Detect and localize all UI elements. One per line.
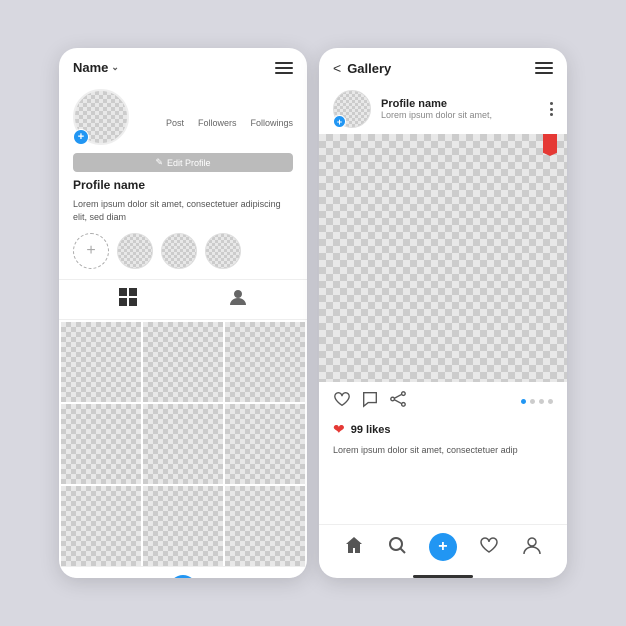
- followers-stat: Followers: [198, 106, 237, 128]
- gallery-bar: < Gallery: [319, 48, 567, 84]
- carousel-indicators: [521, 399, 553, 404]
- phones-container: Name ⌄ + Post: [59, 48, 567, 578]
- post-image: [319, 134, 567, 382]
- chevron-down-icon: ⌄: [111, 62, 119, 73]
- bottom-nav-left: +: [59, 566, 307, 578]
- profile-nav-r[interactable]: [522, 535, 542, 560]
- add-story-circle[interactable]: +: [73, 233, 109, 269]
- story-3[interactable]: [205, 233, 241, 269]
- edit-icon: ✎: [155, 157, 163, 168]
- share-button[interactable]: [389, 390, 407, 413]
- home-nav-r[interactable]: [344, 535, 364, 560]
- right-phone: < Gallery + Profile name Lorem ipsum dol…: [319, 48, 567, 578]
- grid-tab[interactable]: [119, 288, 137, 311]
- top-bar-left: Name ⌄: [59, 48, 307, 83]
- profile-row: + Post Followers Followings: [73, 89, 293, 145]
- likes-row: ❤ 99 likes: [319, 417, 567, 442]
- bottom-nav-right: +: [319, 524, 567, 571]
- name-label: Name: [73, 60, 108, 75]
- dot-indicator-2: [530, 399, 535, 404]
- bio-text: Lorem ipsum dolor sit amet, consectetuer…: [73, 198, 293, 223]
- search-nav[interactable]: [127, 577, 147, 578]
- post-add-story-btn[interactable]: +: [333, 115, 346, 128]
- grid-cell[interactable]: [61, 322, 141, 402]
- story-1[interactable]: [117, 233, 153, 269]
- post-subtitle: Lorem ipsum dolor sit amet,: [381, 110, 540, 120]
- grid-cell[interactable]: [143, 322, 223, 402]
- grid-cell[interactable]: [143, 404, 223, 484]
- search-nav-r[interactable]: [387, 535, 407, 560]
- hamburger-menu[interactable]: [275, 62, 293, 74]
- post-avatar: +: [333, 90, 371, 128]
- gallery-back[interactable]: < Gallery: [333, 60, 391, 76]
- add-story-button[interactable]: +: [73, 129, 89, 145]
- home-nav[interactable]: [84, 577, 104, 578]
- add-nav[interactable]: +: [169, 575, 197, 578]
- post-profile-name: Profile name: [381, 98, 540, 110]
- comment-button[interactable]: [361, 390, 379, 413]
- person-tab[interactable]: [229, 288, 247, 311]
- heart-nav-r[interactable]: [479, 535, 499, 560]
- grid-cell[interactable]: [225, 404, 305, 484]
- spacer: [319, 465, 567, 524]
- tab-row: [59, 279, 307, 320]
- dot-indicator-4: [548, 399, 553, 404]
- photo-grid: [59, 322, 307, 566]
- profile-section: + Post Followers Followings: [59, 83, 307, 223]
- profile-nav[interactable]: [262, 577, 282, 578]
- back-arrow-icon: <: [333, 60, 341, 76]
- stats-row: Post Followers Followings: [166, 106, 293, 128]
- gallery-title: Gallery: [347, 61, 391, 76]
- hamburger-menu-right[interactable]: [535, 62, 553, 74]
- post-info: Profile name Lorem ipsum dolor sit amet,: [381, 98, 540, 120]
- post-header: + Profile name Lorem ipsum dolor sit ame…: [319, 84, 567, 134]
- dot-indicator-1: [521, 399, 526, 404]
- heart-nav[interactable]: [219, 577, 239, 578]
- grid-cell[interactable]: [225, 322, 305, 402]
- like-button[interactable]: [333, 390, 351, 413]
- avatar: +: [73, 89, 129, 145]
- dot-indicator-3: [539, 399, 544, 404]
- grid-cell[interactable]: [61, 404, 141, 484]
- grid-cell[interactable]: [143, 486, 223, 566]
- heart-filled-icon: ❤: [333, 421, 345, 438]
- more-options-button[interactable]: [550, 102, 553, 116]
- profile-name: Profile name: [73, 178, 293, 192]
- name-dropdown[interactable]: Name ⌄: [73, 60, 119, 75]
- bookmark-icon[interactable]: [543, 134, 557, 156]
- followings-stat: Followings: [250, 106, 293, 128]
- home-indicator-right: [413, 575, 473, 578]
- add-nav-r[interactable]: +: [429, 533, 457, 561]
- left-phone: Name ⌄ + Post: [59, 48, 307, 578]
- stories-row: +: [59, 233, 307, 269]
- edit-profile-button[interactable]: ✎ Edit Profile: [73, 153, 293, 172]
- action-icons-left: [333, 390, 407, 413]
- grid-cell[interactable]: [61, 486, 141, 566]
- likes-count: 99 likes: [351, 424, 391, 436]
- grid-cell[interactable]: [225, 486, 305, 566]
- story-2[interactable]: [161, 233, 197, 269]
- caption-text: Lorem ipsum dolor sit amet, consectetuer…: [319, 442, 567, 465]
- action-row: [319, 382, 567, 417]
- posts-stat: Post: [166, 106, 184, 128]
